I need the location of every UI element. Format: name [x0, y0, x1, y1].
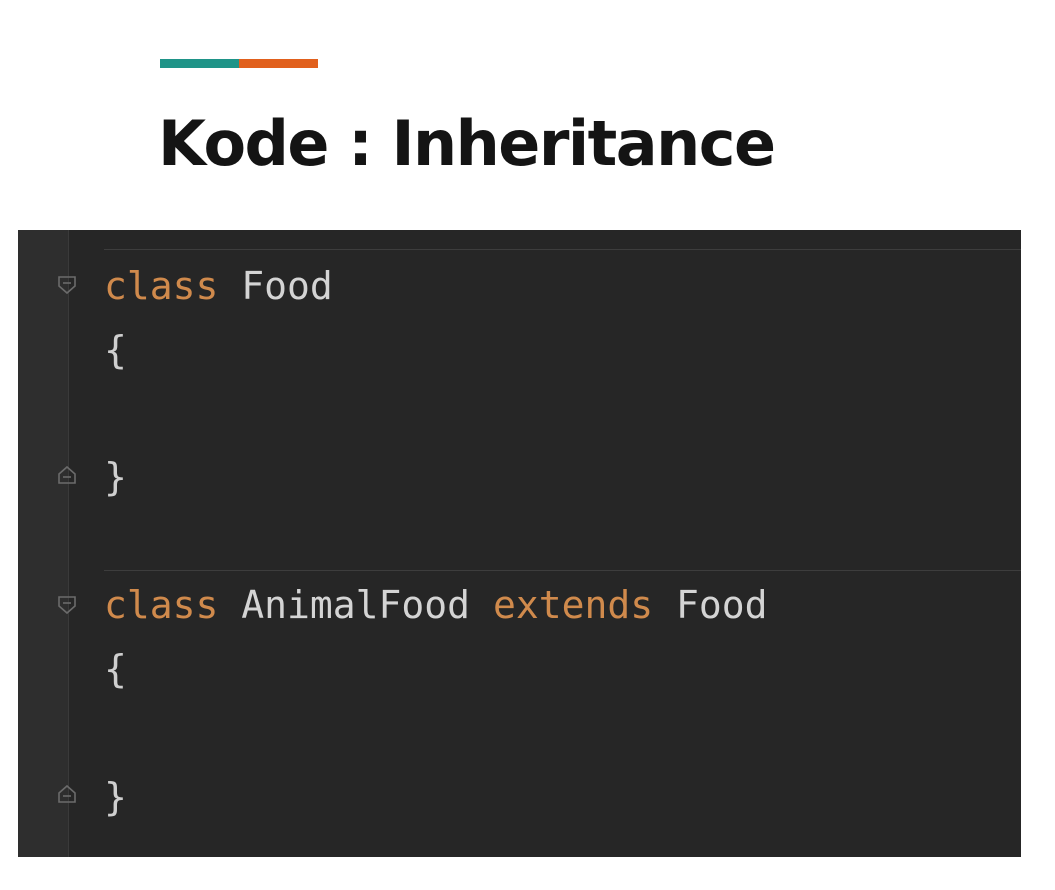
title-accent-bar: [160, 59, 318, 68]
accent-bar-orange: [239, 59, 318, 68]
code-line[interactable]: {: [104, 328, 127, 372]
keyword-class: class: [104, 583, 219, 627]
close-brace: }: [104, 455, 127, 499]
fold-end-icon[interactable]: [56, 783, 78, 805]
keyword-class: class: [104, 264, 219, 308]
gutter-divider: [68, 230, 69, 857]
editor-gutter: [18, 230, 68, 857]
code-line[interactable]: }: [104, 455, 127, 499]
class-name: Food: [241, 264, 333, 308]
close-brace: }: [104, 775, 127, 819]
keyword-extends: extends: [492, 583, 654, 627]
code-editor[interactable]: class Food { } class AnimalFood extends …: [18, 230, 1021, 857]
code-line[interactable]: }: [104, 775, 127, 819]
class-name: AnimalFood: [241, 583, 471, 627]
parent-class-name: Food: [676, 583, 768, 627]
open-brace: {: [104, 328, 127, 372]
method-separator: [104, 249, 1021, 250]
accent-bar-teal: [160, 59, 239, 68]
slide-title: Kode : Inheritance: [158, 107, 776, 180]
open-brace: {: [104, 647, 127, 691]
method-separator: [104, 570, 1021, 571]
code-line[interactable]: class Food: [104, 264, 333, 308]
fold-collapse-icon[interactable]: [56, 274, 78, 296]
code-line[interactable]: class AnimalFood extends Food: [104, 583, 768, 627]
fold-collapse-icon[interactable]: [56, 594, 78, 616]
fold-end-icon[interactable]: [56, 464, 78, 486]
code-line[interactable]: {: [104, 647, 127, 691]
